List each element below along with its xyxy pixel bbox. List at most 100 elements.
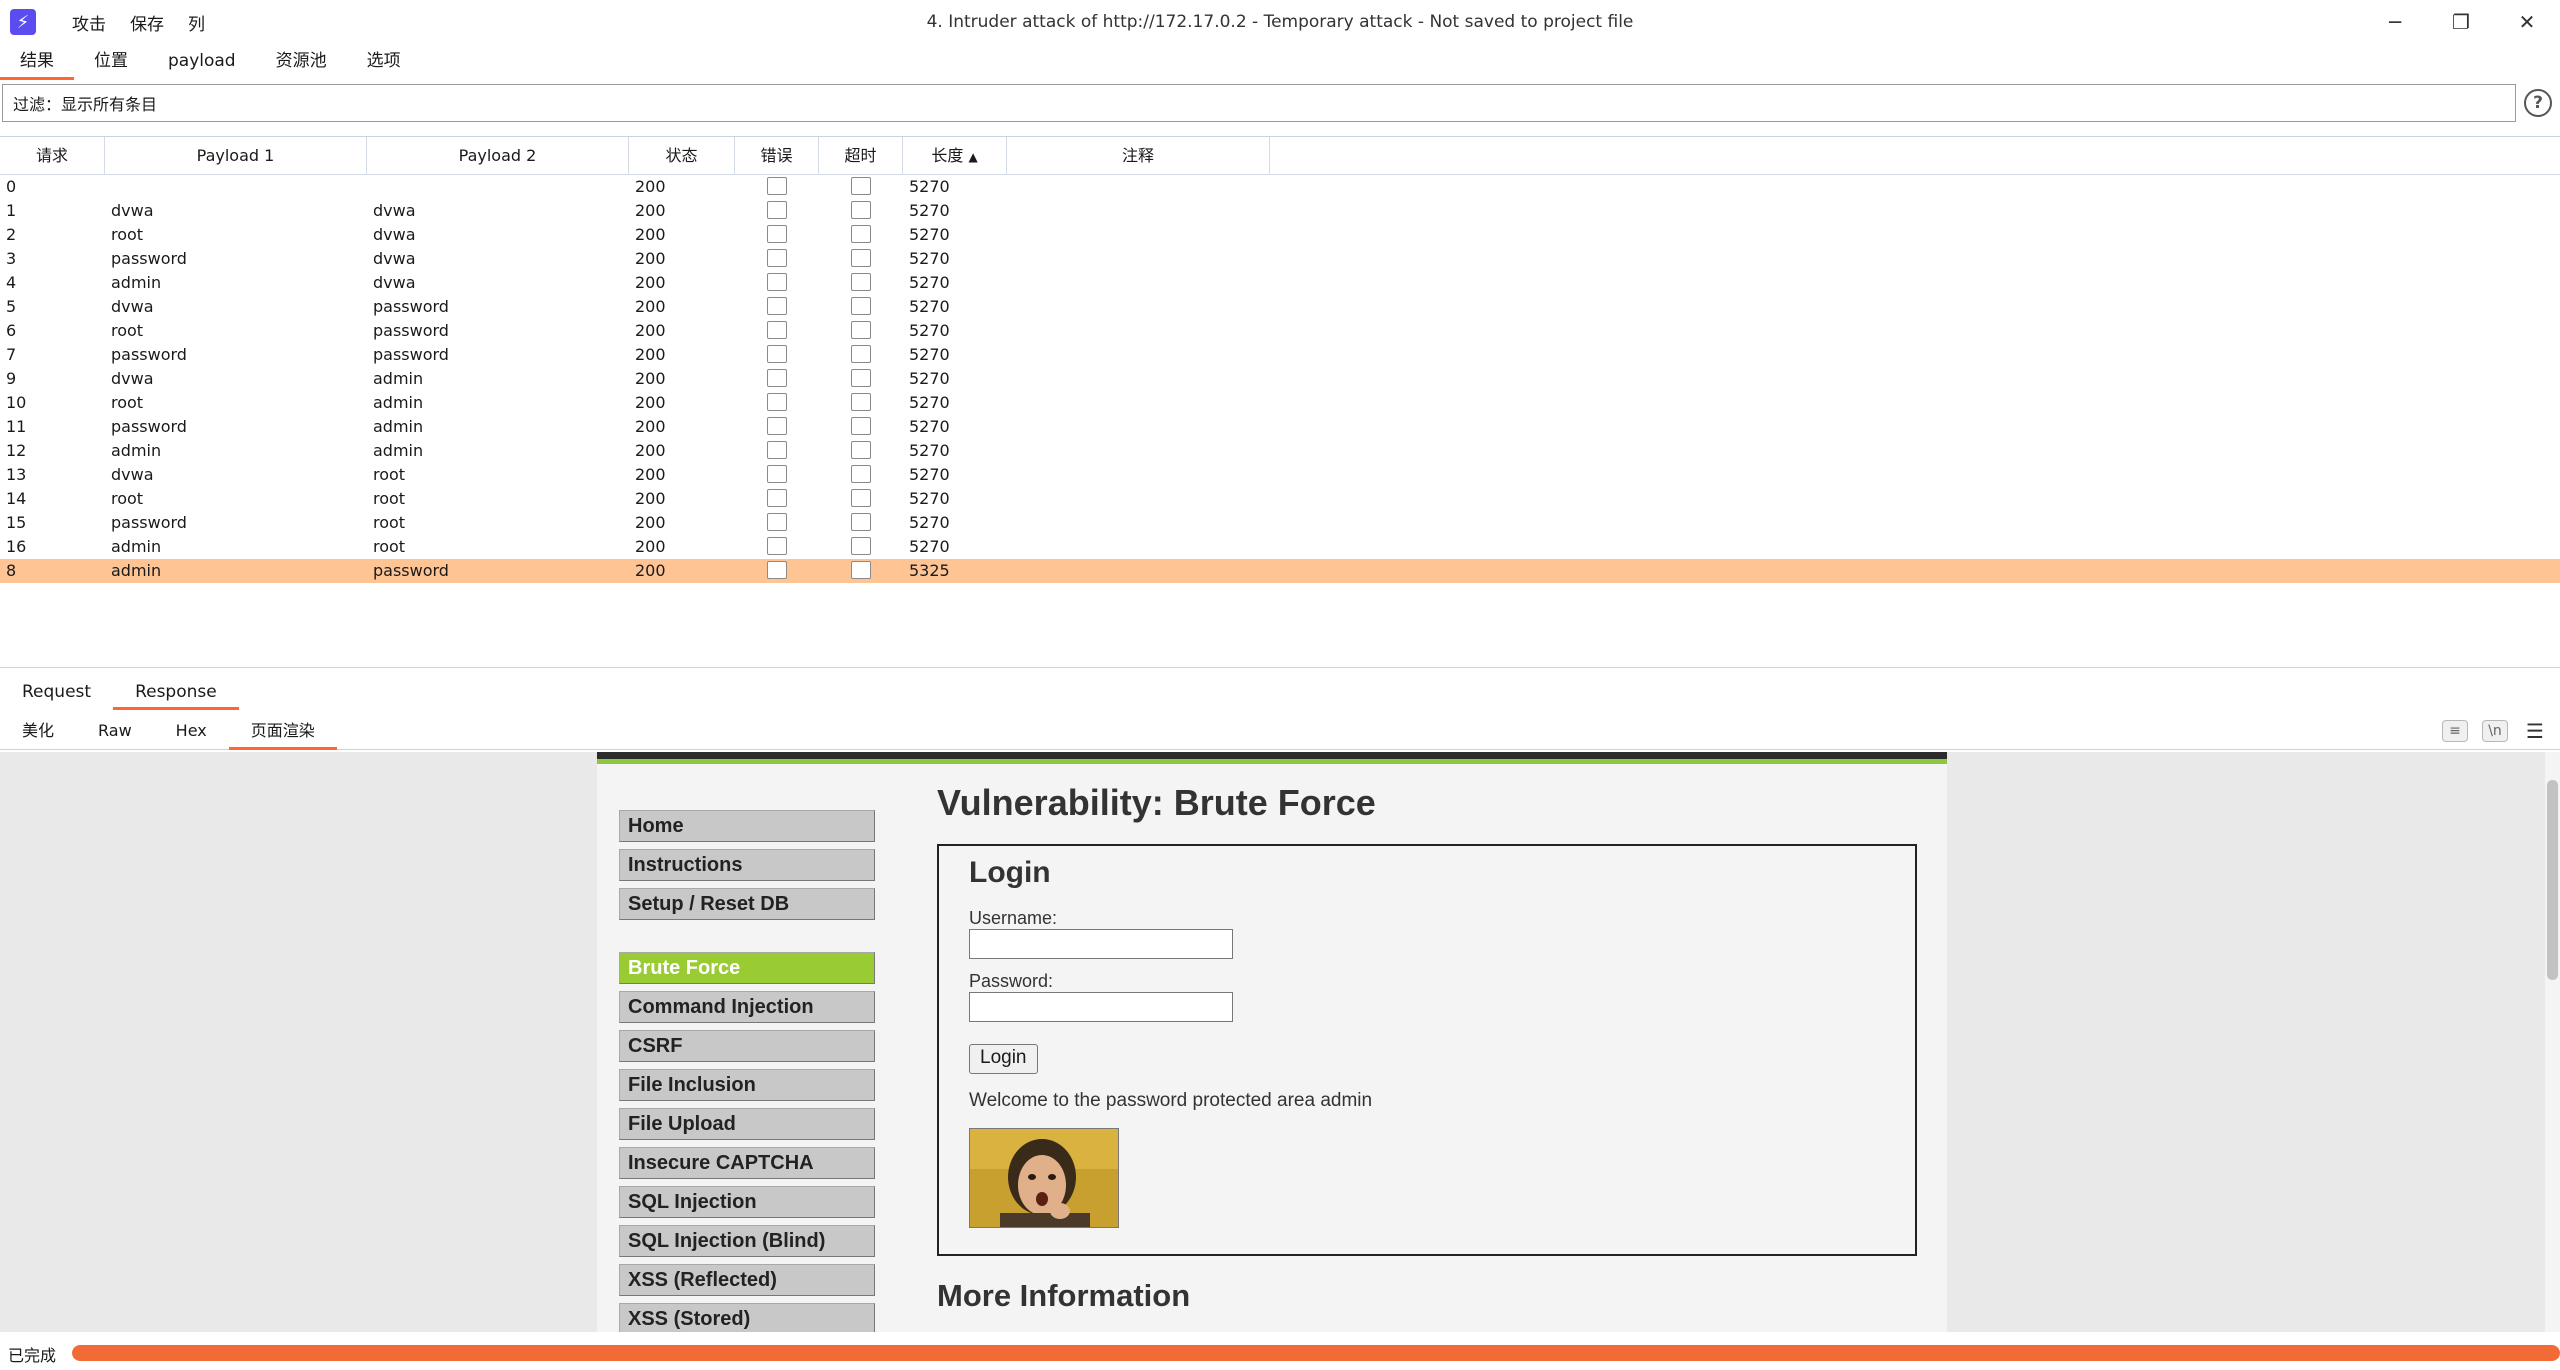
table-row[interactable]: 14 root root 200 5270 [0, 487, 2560, 511]
dvwa-menu-file-upload[interactable]: File Upload [619, 1108, 875, 1140]
error-checkbox[interactable] [767, 465, 787, 483]
table-row[interactable]: 11 password admin 200 5270 [0, 415, 2560, 439]
timeout-checkbox[interactable] [851, 537, 871, 555]
close-icon[interactable]: ✕ [2494, 0, 2560, 44]
table-row[interactable]: 0 200 5270 [0, 175, 2560, 199]
tab-positions[interactable]: 位置 [74, 46, 148, 80]
dvwa-menu-home[interactable]: Home [619, 810, 875, 842]
timeout-checkbox[interactable] [851, 489, 871, 507]
error-checkbox[interactable] [767, 441, 787, 459]
wrap-icon[interactable]: ≡ [2442, 720, 2468, 742]
tab-options[interactable]: 选项 [347, 46, 421, 80]
dvwa-menu-file-inclusion[interactable]: File Inclusion [619, 1069, 875, 1101]
timeout-checkbox[interactable] [851, 273, 871, 291]
restore-icon[interactable]: ❐ [2428, 0, 2494, 44]
table-row[interactable]: 12 admin admin 200 5270 [0, 439, 2560, 463]
tab-response[interactable]: Response [113, 676, 239, 710]
tab-request[interactable]: Request [0, 676, 113, 710]
dvwa-menu-insecure-captcha[interactable]: Insecure CAPTCHA [619, 1147, 875, 1179]
timeout-checkbox[interactable] [851, 441, 871, 459]
table-row[interactable]: 1 dvwa dvwa 200 5270 [0, 199, 2560, 223]
password-input[interactable] [969, 992, 1233, 1022]
table-row[interactable]: 9 dvwa admin 200 5270 [0, 367, 2560, 391]
error-checkbox[interactable] [767, 177, 787, 195]
error-checkbox[interactable] [767, 201, 787, 219]
tab-payloads[interactable]: payload [148, 46, 256, 80]
scrollbar-thumb[interactable] [2547, 780, 2558, 980]
newline-icon[interactable]: \n [2482, 720, 2508, 742]
table-row[interactable]: 15 password root 200 5270 [0, 511, 2560, 535]
error-checkbox[interactable] [767, 369, 787, 387]
error-checkbox[interactable] [767, 393, 787, 411]
timeout-checkbox[interactable] [851, 321, 871, 339]
col-payload1[interactable]: Payload 1 [105, 137, 367, 175]
cell-status: 200 [635, 273, 666, 292]
timeout-checkbox[interactable] [851, 513, 871, 531]
table-row[interactable]: 2 root dvwa 200 5270 [0, 223, 2560, 247]
error-checkbox[interactable] [767, 225, 787, 243]
table-row[interactable]: 8 admin password 200 5325 [0, 559, 2560, 583]
col-status[interactable]: 状态 [629, 137, 735, 175]
col-length[interactable]: 长度 ▲ [903, 137, 1007, 175]
timeout-checkbox[interactable] [851, 201, 871, 219]
col-error[interactable]: 错误 [735, 137, 819, 175]
timeout-checkbox[interactable] [851, 393, 871, 411]
dvwa-menu-xss-stored[interactable]: XSS (Stored) [619, 1303, 875, 1332]
login-button[interactable]: Login [969, 1044, 1038, 1074]
timeout-checkbox[interactable] [851, 345, 871, 363]
menu-save[interactable]: 保存 [118, 10, 176, 35]
timeout-checkbox[interactable] [851, 369, 871, 387]
timeout-checkbox[interactable] [851, 297, 871, 315]
error-checkbox[interactable] [767, 345, 787, 363]
table-row[interactable]: 5 dvwa password 200 5270 [0, 295, 2560, 319]
minimize-icon[interactable]: ─ [2362, 0, 2428, 44]
col-payload2[interactable]: Payload 2 [367, 137, 629, 175]
dvwa-menu-csrf[interactable]: CSRF [619, 1030, 875, 1062]
dvwa-menu-command-injection[interactable]: Command Injection [619, 991, 875, 1023]
col-comment[interactable]: 注释 [1007, 137, 1270, 175]
tab-render[interactable]: 页面渲染 [228, 716, 337, 750]
timeout-checkbox[interactable] [851, 225, 871, 243]
dvwa-menu-sql-injection-blind[interactable]: SQL Injection (Blind) [619, 1225, 875, 1257]
error-checkbox[interactable] [767, 537, 787, 555]
error-checkbox[interactable] [767, 513, 787, 531]
error-checkbox[interactable] [767, 489, 787, 507]
timeout-checkbox[interactable] [851, 465, 871, 483]
table-row[interactable]: 16 admin root 200 5270 [0, 535, 2560, 559]
col-request[interactable]: 请求 [0, 137, 105, 175]
table-row[interactable]: 3 password dvwa 200 5270 [0, 247, 2560, 271]
error-checkbox[interactable] [767, 249, 787, 267]
tab-resource-pool[interactable]: 资源池 [256, 46, 347, 80]
timeout-checkbox[interactable] [851, 417, 871, 435]
filter-bar[interactable]: 过滤：显示所有条目 [2, 84, 2516, 122]
dvwa-menu-brute-force[interactable]: Brute Force [619, 952, 875, 984]
table-row[interactable]: 10 root admin 200 5270 [0, 391, 2560, 415]
dvwa-menu-instructions[interactable]: Instructions [619, 849, 875, 881]
error-checkbox[interactable] [767, 297, 787, 315]
timeout-checkbox[interactable] [851, 561, 871, 579]
tab-hex[interactable]: Hex [154, 716, 229, 750]
menu-columns[interactable]: 列 [176, 10, 217, 35]
error-checkbox[interactable] [767, 273, 787, 291]
tab-pretty[interactable]: 美化 [0, 716, 76, 750]
username-input[interactable] [969, 929, 1233, 959]
table-row[interactable]: 7 password password 200 5270 [0, 343, 2560, 367]
dvwa-menu: Home Instructions Setup / Reset DB Brute… [619, 810, 875, 1332]
col-timeout[interactable]: 超时 [819, 137, 903, 175]
tab-results[interactable]: 结果 [0, 46, 74, 80]
error-checkbox[interactable] [767, 321, 787, 339]
menu-attack[interactable]: 攻击 [60, 10, 118, 35]
tab-raw[interactable]: Raw [76, 716, 154, 750]
dvwa-menu-xss-reflected[interactable]: XSS (Reflected) [619, 1264, 875, 1296]
error-checkbox[interactable] [767, 561, 787, 579]
timeout-checkbox[interactable] [851, 249, 871, 267]
dvwa-menu-setup[interactable]: Setup / Reset DB [619, 888, 875, 920]
timeout-checkbox[interactable] [851, 177, 871, 195]
dvwa-menu-sql-injection[interactable]: SQL Injection [619, 1186, 875, 1218]
help-icon[interactable]: ? [2524, 89, 2552, 117]
table-row[interactable]: 6 root password 200 5270 [0, 319, 2560, 343]
table-row[interactable]: 13 dvwa root 200 5270 [0, 463, 2560, 487]
hamburger-menu-icon[interactable]: ☰ [2522, 719, 2548, 743]
error-checkbox[interactable] [767, 417, 787, 435]
table-row[interactable]: 4 admin dvwa 200 5270 [0, 271, 2560, 295]
